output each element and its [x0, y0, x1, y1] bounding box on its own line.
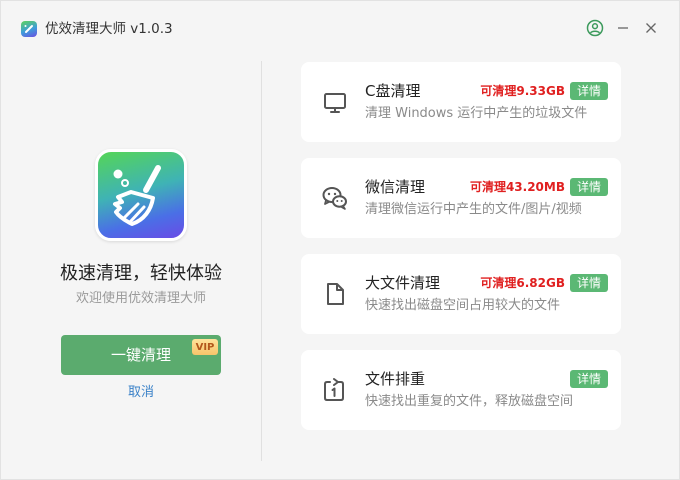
card-title: 大文件清理: [365, 274, 441, 292]
card-wechat-clean[interactable]: 微信清理 可清理43.20MB 详情 清理微信运行中产生的文件/图片/视频: [301, 158, 621, 238]
detail-button[interactable]: 详情: [570, 274, 608, 292]
app-window: 优效清理大师 v1.0.3 极速清理，轻快体验 欢迎使用优效清理大师 一键清理 …: [0, 0, 680, 480]
app-logo-icon: [21, 21, 37, 37]
title-bar: 优效清理大师 v1.0.3: [1, 1, 679, 57]
welcome-text: 欢迎使用优效清理大师: [75, 291, 206, 306]
user-icon[interactable]: [585, 18, 605, 38]
card-description: 快速找出磁盘空间占用较大的文件: [365, 298, 561, 313]
card-c-drive-clean[interactable]: C盘清理 可清理9.33GB 详情 清理 Windows 运行中产生的垃圾文件: [301, 62, 621, 142]
file-icon: [321, 280, 349, 308]
vip-badge: VIP: [192, 339, 218, 355]
card-duplicate-files[interactable]: 文件排重 详情 快速找出重复的文件，释放磁盘空间: [301, 350, 621, 430]
panel-divider: [261, 61, 262, 461]
card-title: 微信清理: [365, 178, 426, 196]
detail-button[interactable]: 详情: [570, 370, 608, 388]
card-description: 清理微信运行中产生的文件/图片/视频: [365, 202, 582, 217]
card-description: 清理 Windows 运行中产生的垃圾文件: [365, 106, 588, 121]
cleanable-amount: 可清理43.20MB: [469, 180, 565, 194]
card-description: 快速找出重复的文件，释放磁盘空间: [365, 394, 574, 409]
detail-button[interactable]: 详情: [570, 82, 608, 100]
close-icon[interactable]: [641, 18, 661, 38]
app-title: 优效清理大师 v1.0.3: [45, 21, 173, 37]
cancel-link[interactable]: 取消: [1, 384, 281, 402]
broom-logo-icon: [95, 149, 187, 241]
cleanable-amount: 可清理9.33GB: [480, 84, 565, 98]
detail-button[interactable]: 详情: [570, 178, 608, 196]
cleanable-amount: 可清理6.82GB: [480, 276, 565, 290]
clean-button-label: 一键清理: [110, 346, 171, 364]
card-title: C盘清理: [365, 82, 421, 100]
wechat-icon: [321, 184, 349, 212]
slogan: 极速清理，轻快体验: [60, 263, 222, 284]
card-large-file-clean[interactable]: 大文件清理 可清理6.82GB 详情 快速找出磁盘空间占用较大的文件: [301, 254, 621, 334]
monitor-icon: [321, 88, 349, 116]
card-title: 文件排重: [365, 370, 426, 388]
duplicate-icon: [321, 376, 349, 404]
minimize-icon[interactable]: [613, 18, 633, 38]
